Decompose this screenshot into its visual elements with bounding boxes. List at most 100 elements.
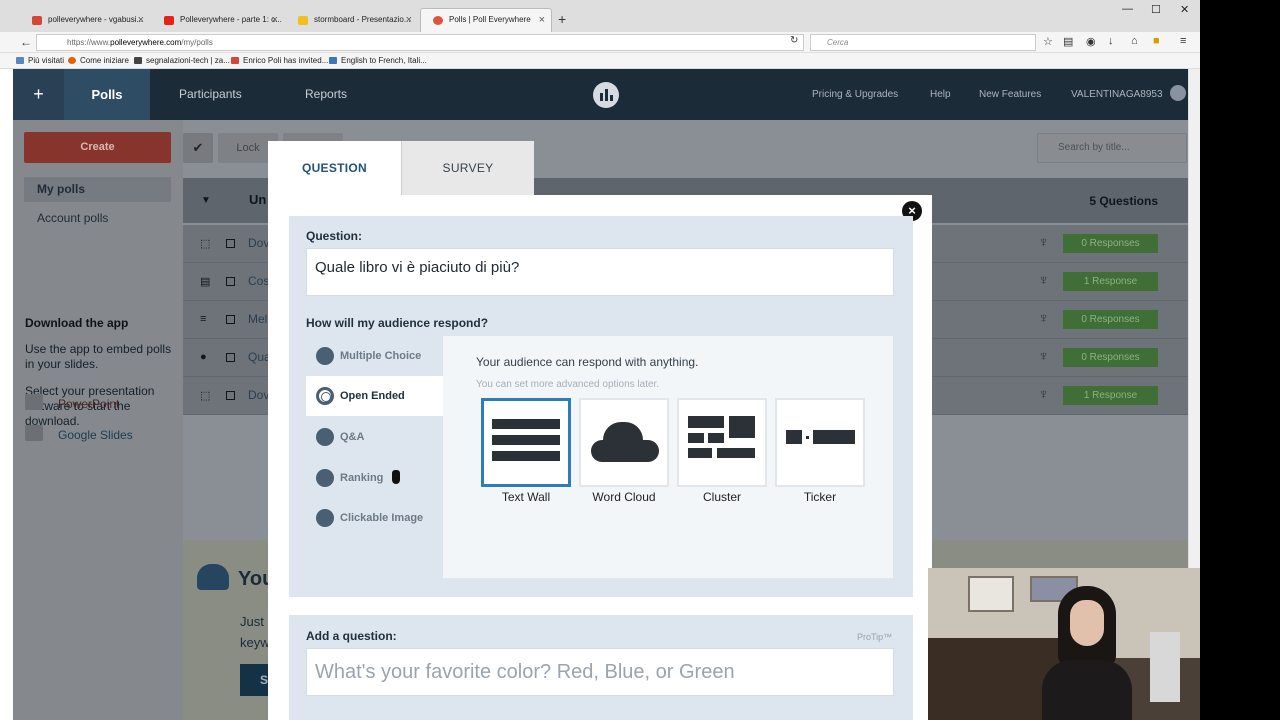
google-slides-link[interactable]: Google Slides [58,428,133,442]
row-checkbox[interactable] [226,391,235,400]
create-button[interactable]: Create [24,132,171,163]
cluster-icon-part [688,433,704,443]
bookmark-icon [16,57,24,64]
trophy-icon[interactable]: ♆ [1038,348,1049,365]
row-title[interactable]: Dov [248,388,269,402]
home-icon[interactable]: ⌂ [1131,35,1138,47]
browser-tab-4[interactable]: Polls | Poll Everywhere × [420,8,552,32]
trophy-icon[interactable]: ♆ [1038,234,1049,251]
search-placeholder: Cerca [827,38,849,47]
menu-icon[interactable]: ≡ [1180,35,1186,47]
wall-frame [968,576,1014,612]
browser-tab-1[interactable]: polleverywhere - vgabusi... × [20,9,150,31]
bookmark-item[interactable]: English to French, Itali... [329,56,427,65]
browser-tab-3[interactable]: stormboard - Presentazio... × [286,9,418,31]
row-checkbox[interactable] [226,239,235,248]
ticker-label[interactable]: Ticker [775,490,865,504]
bookmark-item[interactable]: Enrico Poli has invited... [231,56,328,65]
pocket-icon[interactable]: ◉ [1086,35,1096,48]
row-title[interactable]: Mel [248,312,267,326]
minimize-icon[interactable]: — [1122,3,1133,15]
respond-heading: Your audience can respond with anything. [476,355,699,369]
url-bar[interactable]: https://www.polleverywhere.com/my/polls [36,34,804,51]
option-open-ended[interactable]: Open Ended [306,376,443,416]
nav-help[interactable]: Help [930,69,951,120]
close-tab-icon[interactable]: × [272,9,278,31]
cluster-icon-part [688,448,712,458]
bookmark-label: Enrico Poli has invited... [243,56,329,65]
ticker-card[interactable] [775,398,865,487]
option-clickable-image[interactable]: Clickable Image [306,498,443,538]
ticker-icon [786,430,802,444]
protip-link[interactable]: ProTip™ [857,632,892,642]
nav-new-features[interactable]: New Features [979,69,1041,120]
radio-icon [316,509,334,527]
row-checkbox[interactable] [226,277,235,286]
close-tab-icon[interactable]: × [539,9,545,31]
gmail-icon [32,16,42,25]
reload-icon[interactable]: ↻ [790,35,798,46]
bookmark-star-icon[interactable]: ☆ [1043,35,1053,48]
sidebar-item-account-polls[interactable]: Account polls [24,206,171,231]
tab-survey[interactable]: SURVEY [401,141,534,195]
bookmark-item[interactable]: Come iniziare [68,56,129,65]
text-wall-label[interactable]: Text Wall [481,490,571,504]
browser-search-input[interactable]: Cerca [810,34,1036,51]
nav-user[interactable]: VALENTINAGA8953 [1071,69,1163,120]
poll-type-icon: ⬚ [200,390,211,402]
download-text-1: Use the app to embed polls in your slide… [25,342,172,371]
text-wall-icon-bar [492,435,560,445]
gear-icon[interactable] [1170,85,1186,101]
row-checkbox[interactable] [226,315,235,324]
polleverywhere-logo-icon[interactable] [593,82,619,108]
maximize-icon[interactable]: ☐ [1151,3,1161,16]
close-tab-icon[interactable]: × [406,9,412,31]
sidebar: Create My polls Account polls Download t… [13,120,183,720]
question-input[interactable]: Quale libro vi è piaciuto di più? [306,248,894,296]
sidebar-item-my-polls[interactable]: My polls [24,177,171,202]
word-cloud-card[interactable] [579,398,669,487]
search-by-title-input[interactable]: Search by title... [1037,133,1187,163]
nav-reports[interactable]: Reports [305,69,347,120]
bookmark-item[interactable]: Più visitati [16,56,64,65]
word-cloud-label[interactable]: Word Cloud [579,490,669,504]
cluster-icon-part [717,448,755,458]
download-icon[interactable]: ↓ [1108,35,1114,47]
nav-polls[interactable]: Polls [64,69,150,120]
poll-type-icon: ● [200,351,207,363]
nav-pricing[interactable]: Pricing & Upgrades [812,69,898,120]
row-title[interactable]: Cos [248,274,269,288]
group-title: Un [249,192,267,207]
close-tab-icon[interactable]: × [138,9,144,31]
option-label: Ranking [340,472,384,484]
back-icon[interactable]: ← [20,35,32,49]
trophy-icon[interactable]: ♆ [1038,386,1049,403]
caret-down-icon[interactable]: ▼ [201,195,211,206]
select-all-checkbox[interactable]: ✔ [183,133,213,163]
row-checkbox[interactable] [226,353,235,362]
nav-participants[interactable]: Participants [179,69,242,120]
top-nav: + Polls Participants Reports Pricing & U… [13,69,1188,120]
powerpoint-link[interactable]: PowerPoint [58,397,119,411]
cluster-label[interactable]: Cluster [677,490,767,504]
new-tab-icon[interactable]: + [558,11,566,27]
bookmark-icon [329,57,337,64]
add-button[interactable]: + [13,69,64,120]
row-title[interactable]: Dov [248,236,269,250]
trophy-icon[interactable]: ♆ [1038,310,1049,327]
option-qa[interactable]: Q&A [306,417,443,457]
option-ranking[interactable]: Ranking [306,458,443,498]
add-question-input[interactable]: What's your favorite color? Red, Blue, o… [306,648,894,696]
bookmark-item[interactable]: segnalazioni-tech | za... [134,56,230,65]
close-window-icon[interactable]: ✕ [1180,3,1189,16]
cloud-icon-part [603,422,643,458]
text-wall-card[interactable] [481,398,571,487]
browser-tab-2[interactable]: Polleverywhere - parte 1: c... × [152,9,284,31]
extension-icon[interactable]: ■ [1153,35,1160,47]
trophy-icon[interactable]: ♆ [1038,272,1049,289]
option-multiple-choice[interactable]: Multiple Choice [306,336,443,376]
tab-question[interactable]: QUESTION [268,141,401,195]
reading-list-icon[interactable]: ▤ [1063,35,1073,48]
cluster-card[interactable] [677,398,767,487]
response-badge: 1 Response [1063,272,1158,291]
